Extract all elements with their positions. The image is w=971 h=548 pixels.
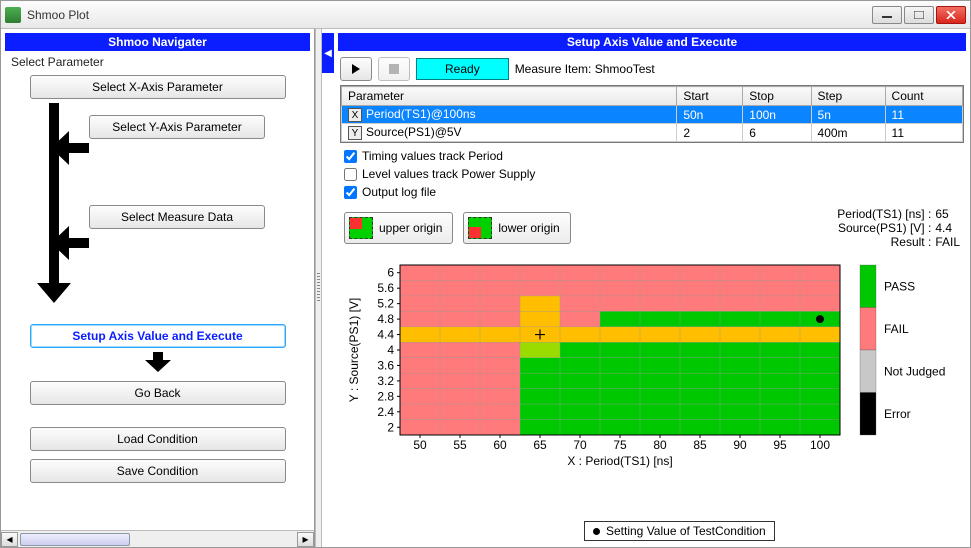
table-row[interactable]: YSource(PS1)@5V26400m11 bbox=[342, 124, 963, 142]
svg-text:75: 75 bbox=[613, 438, 627, 452]
svg-text:6: 6 bbox=[387, 266, 394, 280]
check-log[interactable]: Output log file bbox=[344, 185, 960, 199]
app-icon bbox=[5, 7, 21, 23]
right-header: Setup Axis Value and Execute bbox=[338, 33, 966, 51]
status-result-label: Result : bbox=[837, 235, 931, 249]
svg-text:4.4: 4.4 bbox=[377, 328, 394, 342]
maximize-button[interactable] bbox=[904, 6, 934, 24]
svg-text:2.8: 2.8 bbox=[377, 389, 394, 403]
svg-text:FAIL: FAIL bbox=[884, 322, 909, 336]
svg-text:50: 50 bbox=[413, 438, 427, 452]
svg-text:65: 65 bbox=[533, 438, 547, 452]
go-back-button[interactable]: Go Back bbox=[30, 381, 286, 405]
lower-origin-icon bbox=[468, 217, 492, 239]
select-measure-data-button[interactable]: Select Measure Data bbox=[89, 205, 265, 229]
scroll-thumb[interactable] bbox=[20, 533, 130, 546]
status-period-label: Period(TS1) [ns] : bbox=[837, 207, 931, 221]
lower-origin-button[interactable]: lower origin bbox=[463, 212, 570, 244]
svg-text:70: 70 bbox=[573, 438, 587, 452]
status-result-value: FAIL bbox=[935, 235, 960, 249]
col-start[interactable]: Start bbox=[677, 87, 743, 106]
scroll-right-icon[interactable]: ▸ bbox=[297, 532, 314, 547]
minimize-button[interactable] bbox=[872, 6, 902, 24]
table-row[interactable]: XPeriod(TS1)@100ns50n100n5n11 bbox=[342, 106, 963, 124]
svg-text:Y : Source(PS1) [V]: Y : Source(PS1) [V] bbox=[347, 298, 361, 403]
status-period-value: 65 bbox=[935, 207, 960, 221]
scroll-left-icon[interactable]: ◂ bbox=[1, 532, 18, 547]
svg-text:5.2: 5.2 bbox=[377, 297, 394, 311]
window-title: Shmoo Plot bbox=[27, 8, 872, 22]
svg-text:PASS: PASS bbox=[884, 279, 915, 293]
down-arrow-icon bbox=[141, 352, 175, 374]
flow-spine-icon bbox=[19, 103, 89, 303]
setup-axis-value-button[interactable]: Setup Axis Value and Execute bbox=[30, 324, 286, 348]
status-source-value: 4.4 bbox=[935, 221, 960, 235]
svg-text:5.6: 5.6 bbox=[377, 281, 394, 295]
svg-text:100: 100 bbox=[810, 438, 830, 452]
svg-text:3.2: 3.2 bbox=[377, 374, 394, 388]
svg-text:Not Judged: Not Judged bbox=[884, 364, 945, 378]
navigator-header: Shmoo Navigater bbox=[5, 33, 310, 51]
svg-text:Error: Error bbox=[884, 407, 911, 421]
setting-value-note: Setting Value of TestCondition bbox=[584, 521, 775, 541]
check-timing[interactable]: Timing values track Period bbox=[344, 149, 960, 163]
close-button[interactable] bbox=[936, 6, 966, 24]
left-hscrollbar[interactable]: ◂ ▸ bbox=[1, 530, 314, 547]
svg-text:4: 4 bbox=[387, 343, 394, 357]
collapse-left-icon[interactable]: ◀ bbox=[322, 33, 334, 73]
splitter[interactable] bbox=[315, 29, 322, 547]
check-level[interactable]: Level values track Power Supply bbox=[344, 167, 960, 181]
col-step[interactable]: Step bbox=[811, 87, 885, 106]
svg-text:95: 95 bbox=[773, 438, 787, 452]
col-parameter[interactable]: Parameter bbox=[342, 87, 677, 106]
svg-text:4.8: 4.8 bbox=[377, 312, 394, 326]
stop-button[interactable] bbox=[378, 57, 410, 81]
select-y-axis-button[interactable]: Select Y-Axis Parameter bbox=[89, 115, 265, 139]
svg-text:80: 80 bbox=[653, 438, 667, 452]
svg-text:3.6: 3.6 bbox=[377, 358, 394, 372]
svg-text:55: 55 bbox=[453, 438, 467, 452]
select-x-axis-button[interactable]: Select X-Axis Parameter bbox=[30, 75, 286, 99]
upper-origin-icon bbox=[349, 217, 373, 239]
save-condition-button[interactable]: Save Condition bbox=[30, 459, 286, 483]
upper-origin-button[interactable]: upper origin bbox=[344, 212, 453, 244]
dot-icon bbox=[593, 528, 600, 535]
shmoo-plot[interactable]: 65.6 5.24.8 4.443.6 3.22.8 2.42 50 55 60 65 70 75 8… bbox=[340, 255, 960, 495]
status-source-label: Source(PS1) [V] : bbox=[837, 221, 931, 235]
measure-item-label: Measure Item: ShmooTest bbox=[515, 62, 655, 77]
svg-text:X : Period(TS1) [ns]: X : Period(TS1) [ns] bbox=[567, 454, 672, 468]
load-condition-button[interactable]: Load Condition bbox=[30, 427, 286, 451]
svg-text:60: 60 bbox=[493, 438, 507, 452]
play-button[interactable] bbox=[340, 57, 372, 81]
col-count[interactable]: Count bbox=[885, 87, 962, 106]
parameter-table[interactable]: Parameter Start Stop Step Count XPeriod(… bbox=[340, 85, 964, 143]
svg-text:2: 2 bbox=[387, 420, 394, 434]
select-parameter-label: Select Parameter bbox=[1, 51, 314, 71]
svg-text:2.4: 2.4 bbox=[377, 405, 394, 419]
svg-text:85: 85 bbox=[693, 438, 707, 452]
svg-text:90: 90 bbox=[733, 438, 747, 452]
col-stop[interactable]: Stop bbox=[743, 87, 811, 106]
status-ready: Ready bbox=[416, 58, 509, 80]
